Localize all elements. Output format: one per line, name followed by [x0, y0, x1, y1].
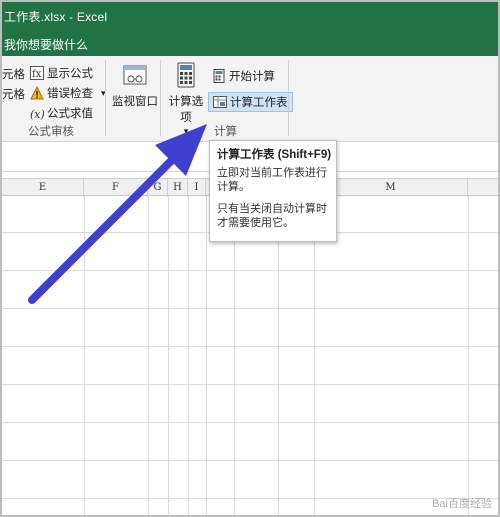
column-header-g[interactable]: G	[148, 179, 168, 197]
grid-line	[188, 196, 189, 515]
grid-line	[2, 384, 498, 385]
calculator-small-icon	[212, 69, 226, 83]
ribbon: 元格 元格 fx 显示公式 错误检查 ▾ (x) 公式求值 公式审核 监视窗口 …	[2, 56, 498, 142]
grid-line	[314, 196, 315, 515]
grid-line	[84, 196, 85, 515]
evaluate-formula-label: 公式求值	[47, 108, 93, 120]
evaluate-formula-button[interactable]: (x) 公式求值	[30, 105, 93, 121]
column-header-m[interactable]: M	[314, 179, 468, 197]
svg-text:(x): (x)	[30, 108, 44, 120]
grid-line	[2, 422, 498, 423]
tooltip-note: 只有当关闭自动计算时才需要使用它。	[217, 203, 327, 229]
ribbon-item-cell-mid[interactable]: 元格	[2, 86, 25, 102]
svg-text:fx: fx	[32, 69, 42, 80]
calc-options-button[interactable]: 计算选项 ▾	[164, 62, 208, 137]
grid-line	[278, 196, 279, 515]
column-header-f[interactable]: F	[84, 179, 148, 197]
group-separator	[160, 60, 161, 136]
calc-sheet-tooltip: 计算工作表 (Shift+F9) 立即对当前工作表进行计算。 只有当关闭自动计算…	[209, 140, 337, 242]
show-formulas-label: 显示公式	[47, 68, 93, 80]
calc-sheet-label: 计算工作表	[230, 97, 288, 109]
calc-sheet-icon	[213, 95, 227, 109]
watch-window-icon	[122, 62, 148, 90]
show-formulas-icon: fx	[30, 66, 44, 80]
window-title: 工作表.xlsx - Excel	[4, 10, 108, 24]
error-check-label: 错误检查	[47, 88, 93, 100]
grid-line	[168, 196, 169, 515]
watch-window-label: 监视窗口	[112, 96, 158, 108]
column-header-n[interactable]	[468, 179, 498, 197]
grid-line	[2, 460, 498, 461]
error-check-icon	[30, 85, 44, 100]
calc-now-button[interactable]: 开始计算	[212, 68, 275, 84]
column-header-i[interactable]: I	[188, 179, 206, 197]
title-bar: 工作表.xlsx - Excel	[2, 2, 498, 30]
grid-line	[2, 498, 498, 499]
group-label-audit: 公式审核	[28, 126, 74, 138]
show-formulas-button[interactable]: fx 显示公式	[30, 65, 93, 81]
chevron-down-icon: ▾	[183, 126, 189, 136]
grid-line	[206, 196, 207, 515]
grid-line	[468, 196, 469, 515]
error-check-button[interactable]: 错误检查 ▾	[30, 85, 106, 101]
calculator-icon	[173, 62, 199, 90]
group-separator	[105, 60, 106, 136]
ribbon-item-label: 元格	[2, 69, 25, 81]
grid-line	[2, 270, 498, 271]
grid-line	[2, 346, 498, 347]
group-separator	[288, 60, 289, 136]
column-header-e[interactable]: E	[2, 179, 84, 197]
ribbon-item-label: 元格	[2, 89, 25, 101]
grid-line	[234, 196, 235, 515]
tooltip-title: 计算工作表 (Shift+F9)	[217, 149, 332, 161]
calc-sheet-button[interactable]: 计算工作表	[208, 92, 293, 112]
cell-grid[interactable]	[2, 196, 498, 515]
excel-window: 工作表.xlsx - Excel 我你想要做什么 元格 元格 fx 显示公式 错…	[0, 0, 500, 517]
tell-me-bar[interactable]: 我你想要做什么	[2, 30, 498, 56]
tell-me-input[interactable]: 我你想要做什么	[4, 36, 88, 53]
evaluate-formula-icon: (x)	[30, 106, 45, 121]
calc-now-label: 开始计算	[229, 71, 275, 83]
calc-options-label: 计算选项	[168, 96, 204, 124]
tooltip-description: 立即对当前工作表进行计算。	[217, 167, 327, 193]
group-label-calc: 计算	[214, 126, 237, 138]
watch-window-button[interactable]: 监视窗口	[112, 62, 158, 109]
ribbon-item-cell-top[interactable]: 元格	[2, 66, 25, 82]
column-header-h[interactable]: H	[168, 179, 188, 197]
grid-line	[2, 308, 498, 309]
grid-line	[148, 196, 149, 515]
watermark-logo: Bai百度经验	[432, 498, 492, 510]
